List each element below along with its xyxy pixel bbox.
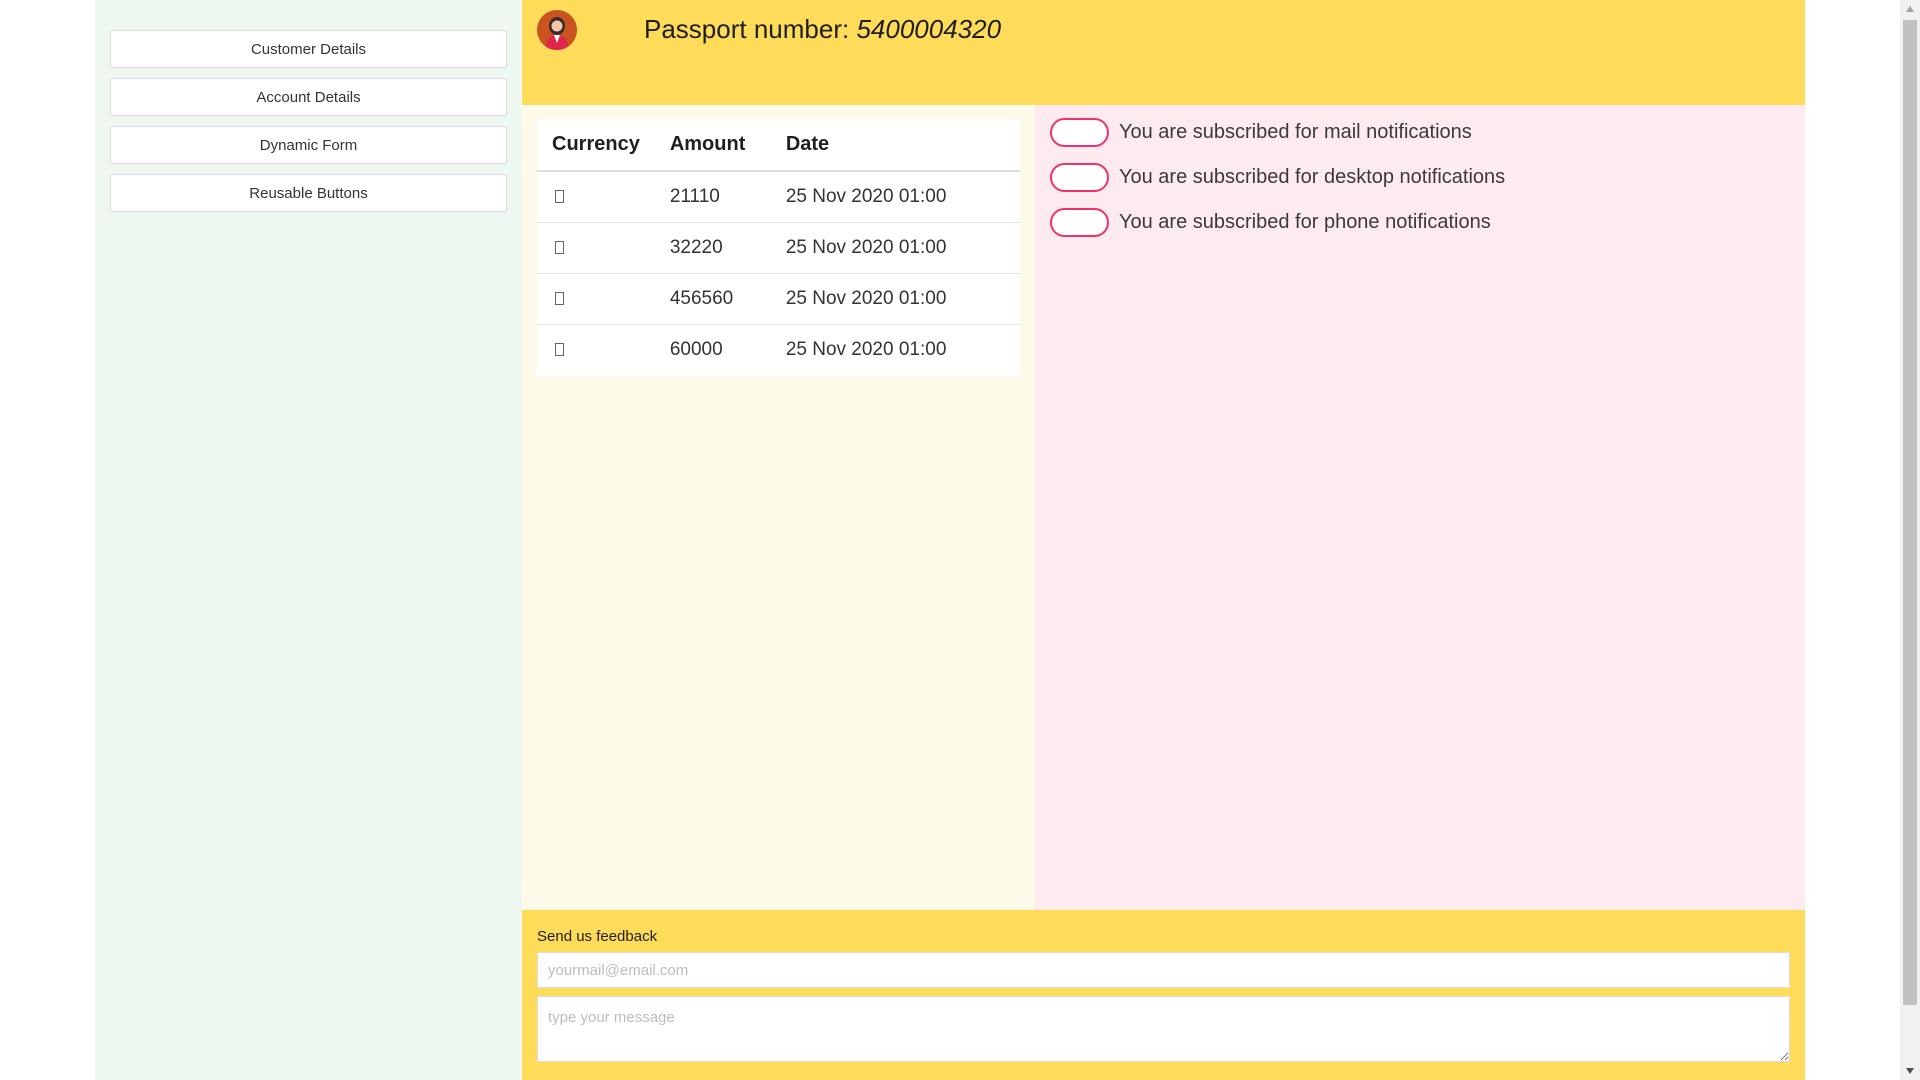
- account-details-button[interactable]: Account Details: [110, 78, 507, 116]
- header: Passport number: 5400004320: [522, 0, 1805, 105]
- customer-details-button[interactable]: Customer Details: [110, 30, 507, 68]
- transactions-panel: Currency Amount Date 21110 25 Nov 2020 0…: [522, 105, 1035, 910]
- table-row: 60000 25 Nov 2020 01:00: [537, 324, 1020, 375]
- table-row: 21110 25 Nov 2020 01:00: [537, 171, 1020, 223]
- missing-glyph-icon: [555, 190, 564, 204]
- mail-notification-toggle[interactable]: [1050, 117, 1109, 147]
- currency-cell: [537, 222, 655, 274]
- vertical-scrollbar[interactable]: [1900, 0, 1920, 1080]
- notification-item-phone: You are subscribed for phone notificatio…: [1050, 207, 1491, 237]
- notification-label: You are subscribed for mail notification…: [1119, 120, 1472, 143]
- phone-notification-toggle[interactable]: [1050, 207, 1109, 237]
- reusable-buttons-button[interactable]: Reusable Buttons: [110, 174, 507, 212]
- amount-cell: 60000: [669, 338, 723, 360]
- notification-item-mail: You are subscribed for mail notification…: [1050, 117, 1472, 147]
- transactions-table: Currency Amount Date 21110 25 Nov 2020 0…: [537, 119, 1020, 375]
- table-row: 32220 25 Nov 2020 01:00: [537, 222, 1020, 274]
- user-avatar-icon: [537, 10, 577, 50]
- amount-cell: 21110: [654, 171, 771, 223]
- scrollbar-thumb[interactable]: [1903, 20, 1917, 1005]
- missing-glyph-icon: [555, 343, 564, 357]
- scroll-down-arrow-icon[interactable]: [1906, 1068, 1914, 1074]
- passport-label: Passport number:: [644, 14, 850, 44]
- currency-cell: [537, 273, 655, 325]
- feedback-form: Send us feedback: [522, 910, 1805, 1080]
- email-field[interactable]: [537, 952, 1790, 988]
- missing-glyph-icon: [555, 291, 564, 305]
- column-header-currency: Currency: [537, 119, 655, 172]
- date-cell: 25 Nov 2020 01:00: [785, 338, 947, 360]
- amount-cell: 456560: [654, 273, 771, 325]
- feedback-label: Send us feedback: [537, 928, 658, 945]
- notifications-panel: You are subscribed for mail notification…: [1035, 105, 1805, 910]
- table-header-row: Currency Amount Date: [537, 119, 1020, 172]
- missing-glyph-icon: [555, 240, 564, 254]
- notification-item-desktop: You are subscribed for desktop notificat…: [1050, 162, 1505, 192]
- main-content: Passport number: 5400004320 Currency Amo…: [522, 0, 1805, 1080]
- scroll-up-arrow-icon[interactable]: [1906, 6, 1914, 12]
- column-header-date: Date: [770, 119, 1020, 172]
- dynamic-form-button[interactable]: Dynamic Form: [110, 126, 507, 164]
- column-header-amount: Amount: [654, 119, 771, 172]
- currency-cell: [537, 324, 655, 375]
- table-row: 456560 25 Nov 2020 01:00: [537, 273, 1020, 325]
- sidebar: Customer Details Account Details Dynamic…: [95, 0, 522, 1080]
- amount-cell: 32220: [654, 222, 771, 274]
- notification-label: You are subscribed for desktop notificat…: [1119, 165, 1506, 188]
- currency-cell: [537, 171, 655, 223]
- desktop-notification-toggle[interactable]: [1050, 162, 1109, 192]
- notification-label: You are subscribed for phone notificatio…: [1119, 210, 1491, 233]
- date-cell: 25 Nov 2020 01:00: [770, 273, 1020, 325]
- passport-number: Passport number: 5400004320: [644, 14, 1001, 45]
- message-field[interactable]: [537, 996, 1790, 1062]
- date-cell: 25 Nov 2020 01:00: [770, 222, 1020, 274]
- date-cell: 25 Nov 2020 01:00: [770, 171, 1020, 223]
- passport-value: 5400004320: [856, 14, 1002, 44]
